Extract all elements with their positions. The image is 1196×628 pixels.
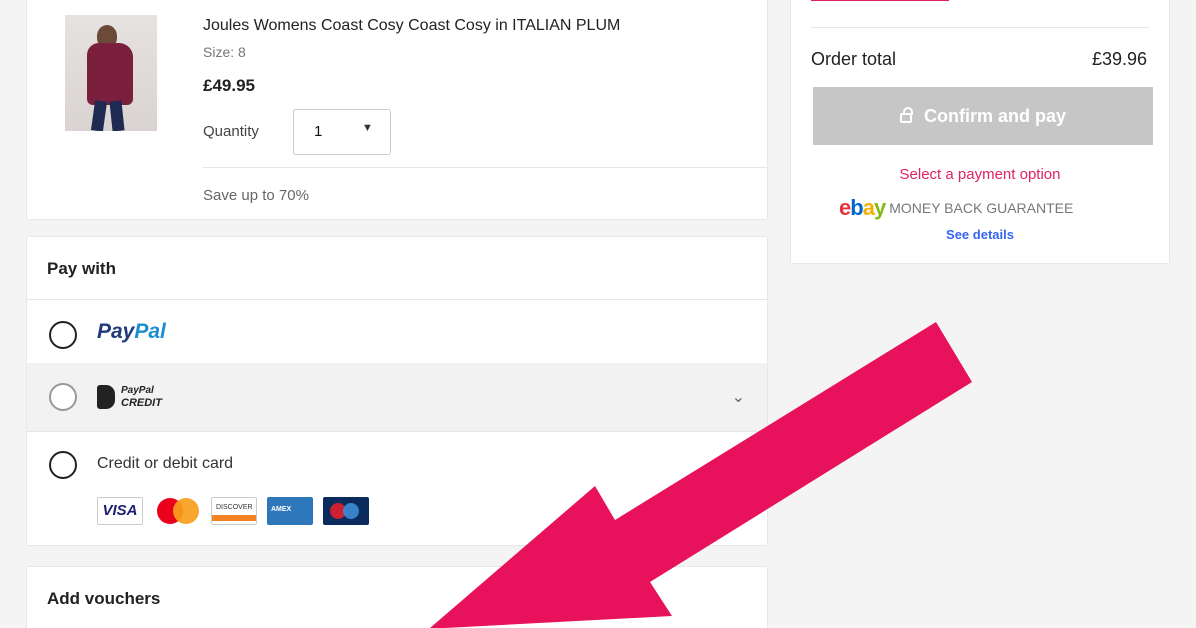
lock-icon: [899, 106, 913, 123]
ebay-logo: ebay: [839, 195, 886, 220]
card-radio[interactable]: [49, 451, 77, 479]
mastercard-icon: [155, 497, 201, 525]
amex-icon: AMEX: [267, 497, 313, 525]
divider: [27, 299, 767, 300]
add-vouchers-heading[interactable]: Add vouchers: [47, 589, 160, 609]
vouchers-card: Add vouchers: [26, 566, 768, 628]
divider: [203, 167, 767, 168]
divider: [811, 27, 1149, 28]
visa-icon: VISA: [97, 497, 143, 525]
item-price: £49.95: [203, 76, 255, 95]
item-card: Joules Womens Coast Cosy Coast Cosy in I…: [26, 0, 768, 220]
pay-with-heading: Pay with: [47, 259, 116, 278]
paypal-radio[interactable]: [49, 321, 77, 349]
order-total-value: £39.96: [1091, 49, 1147, 69]
guarantee-text: MONEY BACK GUARANTEE: [889, 200, 1074, 216]
quantity-value: 1: [314, 123, 323, 140]
item-title[interactable]: Joules Womens Coast Cosy Coast Cosy in I…: [203, 17, 620, 35]
maestro-icon: [323, 497, 369, 525]
confirm-and-pay-button[interactable]: Confirm and pay: [813, 87, 1153, 145]
item-size: Size: 8: [203, 44, 246, 60]
see-details-link[interactable]: See details: [791, 227, 1169, 242]
quantity-select[interactable]: 1 ▼: [293, 109, 391, 155]
chevron-down-icon[interactable]: ⌄: [732, 387, 745, 407]
paypal-credit-radio[interactable]: [49, 383, 77, 411]
promo-text: Save up to 70%: [203, 187, 309, 204]
paypal-logo: PayPal: [97, 320, 166, 343]
select-payment-message: Select a payment option: [899, 166, 1061, 183]
strikethrough-label: [811, 0, 949, 1]
money-back-guarantee: ebay MONEY BACK GUARANTEE: [839, 195, 1073, 221]
divider: [27, 431, 767, 432]
item-thumbnail[interactable]: [65, 15, 157, 131]
pay-with-card: Pay with PayPal PayPal CREDIT ⌄ Credit o…: [26, 236, 768, 546]
paypal-credit-logo: PayPal CREDIT: [97, 385, 177, 411]
quantity-label: Quantity: [203, 123, 259, 140]
order-summary-card: Order total £39.96 Confirm and pay Selec…: [790, 0, 1170, 264]
confirm-label: Confirm and pay: [923, 105, 1066, 126]
discover-icon: DISCOVER: [211, 497, 257, 525]
order-total-label: Order total: [811, 49, 897, 69]
paypal-p-icon: [97, 385, 115, 409]
card-option-label[interactable]: Credit or debit card: [97, 455, 233, 473]
caret-down-icon: ▼: [362, 122, 373, 134]
